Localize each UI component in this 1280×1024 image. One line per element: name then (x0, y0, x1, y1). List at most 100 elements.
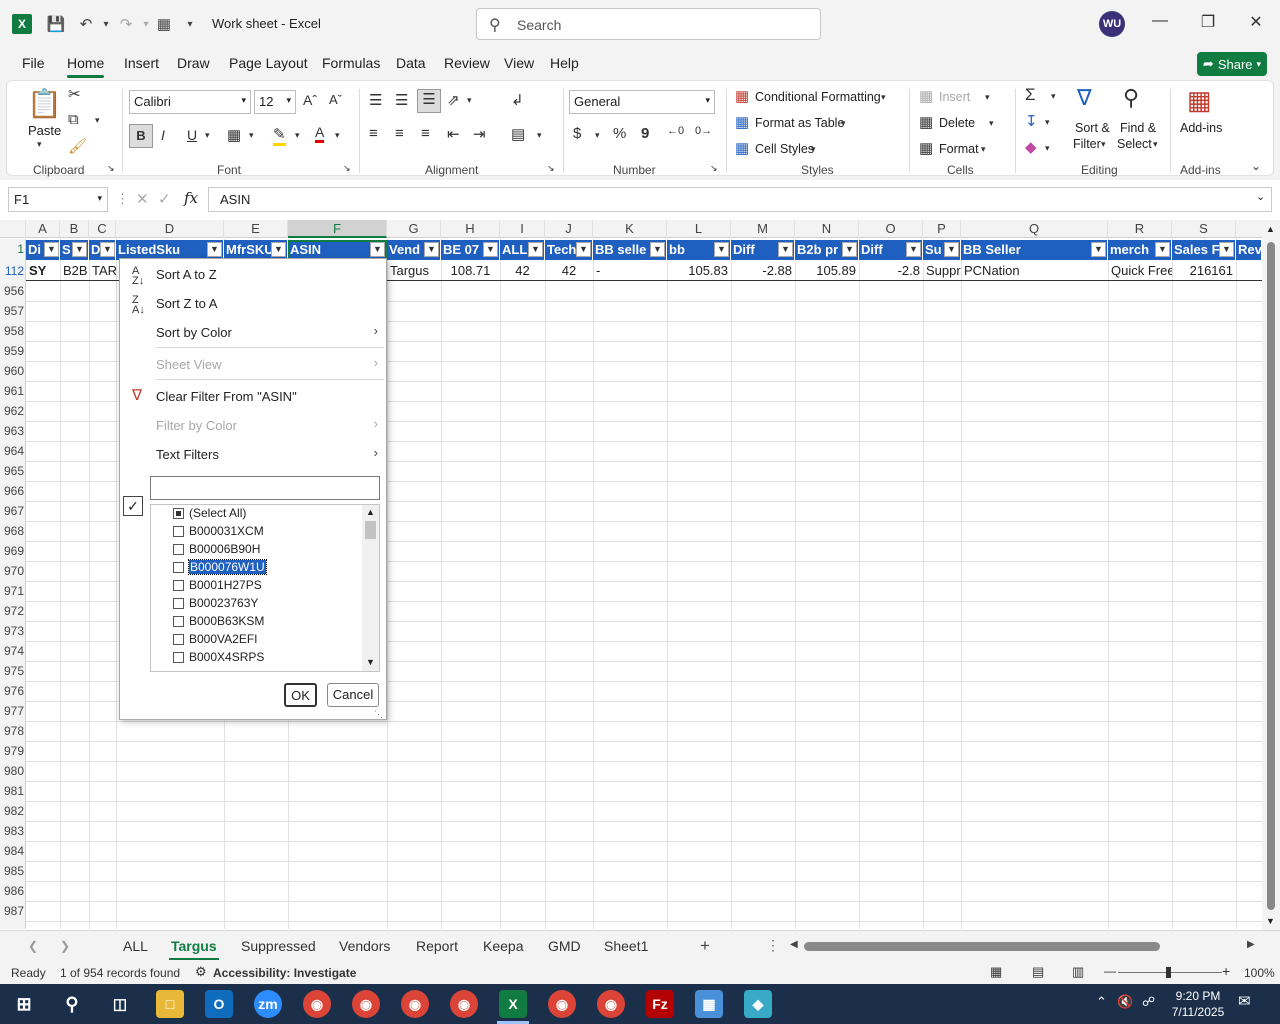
list-item[interactable]: B0001H27PS (173, 576, 262, 594)
decrease-decimal-icon[interactable]: 0→ (695, 125, 712, 137)
filter-search-input[interactable] (150, 476, 380, 500)
align-bottom-icon[interactable]: ☰ (417, 89, 441, 113)
data-cell[interactable]: TAR (89, 261, 116, 281)
column-header-p[interactable]: P (923, 220, 961, 238)
column-header-j[interactable]: J (545, 220, 593, 238)
row-header[interactable]: 960 (0, 361, 26, 381)
zoom-slider-thumb[interactable] (1166, 967, 1171, 978)
column-header-r[interactable]: R (1108, 220, 1172, 238)
collapse-ribbon-icon[interactable]: ⌄ (1251, 159, 1261, 173)
chrome-icon[interactable]: ◉ (548, 990, 576, 1018)
select-all-corner[interactable] (0, 220, 26, 238)
column-header-l[interactable]: L (667, 220, 731, 238)
row-header[interactable]: 984 (0, 841, 26, 861)
data-cell[interactable]: 105.83 (667, 261, 731, 281)
row-header[interactable]: 983 (0, 821, 26, 841)
column-header-c[interactable]: C (89, 220, 116, 238)
header-cell[interactable]: BB Seller (961, 240, 1108, 260)
list-item[interactable]: B000B63KSM (173, 612, 264, 630)
filter-dropdown-icon[interactable]: ▼ (714, 242, 729, 257)
insert-function-button[interactable]: fx (184, 189, 198, 207)
filezilla-icon[interactable]: Fz (646, 990, 674, 1018)
chevron-down-icon[interactable]: ▾ (1101, 139, 1106, 150)
autosum-icon[interactable]: Σ (1025, 85, 1036, 105)
filter-dropdown-icon[interactable]: ▼ (100, 242, 115, 257)
sheet-tab[interactable]: Suppressed (241, 938, 316, 954)
row-header[interactable]: 112 (0, 261, 26, 281)
increase-decimal-icon[interactable]: ←0 (667, 125, 684, 137)
data-cell[interactable]: 105.89 (795, 261, 859, 281)
chrome-icon[interactable]: ◉ (450, 990, 478, 1018)
search-box[interactable]: ⚲ Search (476, 8, 821, 40)
calculator-icon[interactable]: ▦ (154, 14, 174, 34)
fill-color-icon[interactable]: ✎ (273, 125, 286, 146)
paste-icon[interactable]: 📋 (27, 87, 62, 120)
ok-button[interactable]: OK (284, 683, 317, 707)
filter-values-list[interactable]: (Select All) B000031XCM B00006B90H B0000… (150, 504, 380, 672)
page-layout-view-icon[interactable]: ▤ (1032, 964, 1044, 980)
clear-chevron-icon[interactable]: ▾ (1045, 143, 1050, 154)
find-select-label-1[interactable]: Find & (1120, 121, 1156, 135)
filter-dropdown-icon[interactable]: ▼ (906, 242, 921, 257)
checkbox[interactable] (173, 525, 184, 537)
sheet-tab[interactable]: GMD (548, 938, 581, 954)
checkbox[interactable] (173, 633, 184, 645)
wrap-text-icon[interactable]: ↲ (511, 91, 524, 109)
sheet-tab[interactable]: Vendors (339, 938, 390, 954)
add-ins-button[interactable]: Add-ins (1180, 121, 1222, 135)
font-size-select[interactable]: 12 ▾ (254, 90, 296, 114)
cell-styles-icon[interactable]: ▦ (735, 139, 749, 157)
filter-dropdown-icon[interactable]: ▼ (207, 242, 222, 257)
column-header-h[interactable]: H (441, 220, 500, 238)
more-sheets-icon[interactable]: ⋮ (766, 937, 780, 954)
tab-draw[interactable]: Draw (177, 55, 210, 71)
app-icon[interactable]: ◆ (744, 990, 772, 1018)
tab-page-layout[interactable]: Page Layout (229, 55, 308, 71)
list-item[interactable]: B00006B90H (173, 540, 260, 558)
save-icon[interactable]: 💾 (46, 14, 66, 34)
row-header[interactable]: 980 (0, 761, 26, 781)
format-as-table-icon[interactable]: ▦ (735, 113, 749, 131)
currency-button[interactable]: $ (573, 125, 581, 142)
data-cell[interactable]: B2B (60, 261, 89, 281)
row-header[interactable]: 972 (0, 601, 26, 621)
sheet-tab-active[interactable]: Targus (169, 938, 219, 960)
column-header-d[interactable]: D (116, 220, 224, 238)
chrome-icon[interactable]: ◉ (401, 990, 429, 1018)
sort-filter-label-1[interactable]: Sort & (1075, 121, 1110, 135)
filter-dropdown-icon[interactable]: ▼ (271, 242, 286, 257)
row-header[interactable]: 969 (0, 541, 26, 561)
name-box[interactable]: F1 ▾ (8, 187, 108, 212)
notifications-icon[interactable]: ✉ (1238, 992, 1251, 1010)
clock[interactable]: 9:20 PM 7/11/2025 (1168, 988, 1228, 1020)
borders-chevron-icon[interactable]: ▾ (249, 130, 254, 141)
row-header[interactable]: 959 (0, 341, 26, 361)
align-center-icon[interactable]: ≡ (395, 125, 404, 142)
italic-button[interactable]: I (161, 127, 165, 143)
next-sheet-icon[interactable]: ❯ (60, 939, 70, 953)
row-header[interactable]: 956 (0, 281, 26, 301)
accessibility-icon[interactable]: ⚙ (195, 964, 207, 980)
undo-dropdown-icon[interactable]: ▾ (96, 14, 116, 34)
format-cells-icon[interactable]: ▦ (919, 139, 933, 157)
delete-cells-button[interactable]: Delete (939, 116, 975, 130)
autofilter-menu[interactable]: A Z↓ Sort A to Z Z A↓ Sort Z to A Sort by … (119, 258, 387, 720)
prev-sheet-icon[interactable]: ❮ (28, 939, 38, 953)
row-header[interactable]: 1 (0, 239, 26, 259)
row-header[interactable]: 979 (0, 741, 26, 761)
outlook-icon[interactable]: O (205, 990, 233, 1018)
header-cell[interactable]: Rev (1236, 240, 1262, 260)
list-item[interactable]: B000031XCM (173, 522, 264, 540)
filter-active-icon[interactable]: ▼ (370, 242, 385, 257)
data-cell[interactable]: 108.71 (441, 261, 500, 281)
row-header[interactable]: 958 (0, 321, 26, 341)
merge-chevron-icon[interactable]: ▾ (537, 130, 542, 141)
resize-grip-icon[interactable]: ⋱ (374, 709, 383, 720)
sheet-tab[interactable]: Report (416, 938, 458, 954)
currency-chevron-icon[interactable]: ▾ (595, 130, 600, 141)
data-cell[interactable]: Suppr (923, 261, 961, 281)
column-header-o[interactable]: O (859, 220, 923, 238)
font-launcher-icon[interactable]: ↘ (343, 163, 351, 174)
conditional-formatting-button[interactable]: Conditional Formatting (755, 90, 881, 104)
task-view-icon[interactable]: ◫ (106, 990, 134, 1018)
